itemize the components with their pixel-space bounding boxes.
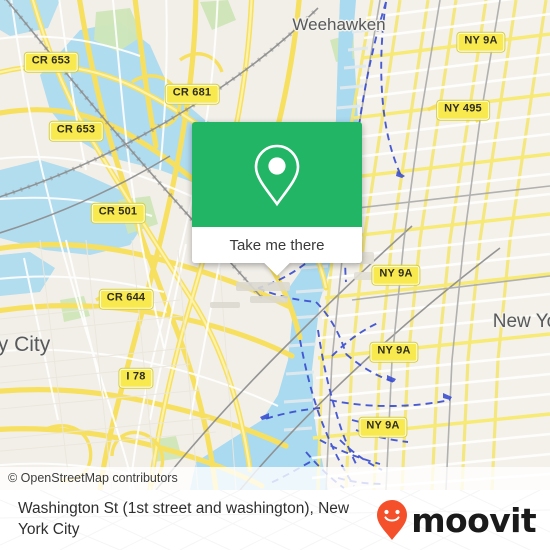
- location-popup-card[interactable]: Take me there: [192, 122, 362, 276]
- road-shield: CR 501: [90, 202, 146, 224]
- take-me-there-button[interactable]: Take me there: [192, 227, 362, 276]
- card-icon-area: [192, 122, 362, 227]
- road-shield: NY 9A: [371, 264, 421, 286]
- moovit-wordmark: moovit: [411, 500, 536, 540]
- moovit-pin-icon: [377, 500, 408, 540]
- place-label-weehawken: Weehawken: [292, 15, 386, 34]
- map-pin-icon: [254, 144, 300, 206]
- road-shield: CR 653: [23, 51, 79, 73]
- place-label-jersey-city: y City: [0, 333, 51, 356]
- road-shield: CR 644: [98, 288, 154, 310]
- osm-attribution[interactable]: © OpenStreetMap contributors: [0, 467, 550, 490]
- take-me-there-label: Take me there: [229, 236, 325, 254]
- road-shield: I 78: [118, 367, 154, 389]
- road-shield: NY 9A: [456, 31, 506, 53]
- road-shield: NY 495: [436, 99, 490, 121]
- place-label-new-york: New Yo: [492, 311, 550, 332]
- moovit-map-screenshot: CR 653 CR 681 CR 653 CR 501 CR 644 I 78 …: [0, 0, 550, 550]
- moovit-logo[interactable]: moovit: [375, 498, 537, 542]
- road-shield: NY 9A: [369, 341, 419, 363]
- footer-bar: Washington St (1st street and washington…: [0, 490, 550, 550]
- road-shield: NY 9A: [358, 416, 408, 438]
- location-title: Washington St (1st street and washington…: [18, 500, 350, 538]
- road-shield: CR 681: [164, 83, 220, 105]
- road-shield: CR 653: [48, 120, 104, 142]
